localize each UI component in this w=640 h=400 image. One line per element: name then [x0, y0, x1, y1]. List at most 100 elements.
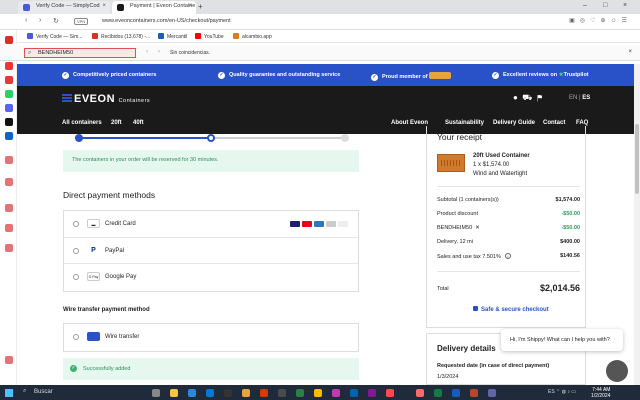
find-previous-icon[interactable]: ‹ — [146, 49, 148, 55]
find-next-icon[interactable]: › — [158, 49, 160, 55]
vpn-badge[interactable]: VPN — [74, 18, 89, 25]
windows-start-icon[interactable] — [5, 389, 13, 397]
tab-bar: Verify Code — SimplyCod × Payment | Eveo… — [0, 0, 640, 14]
divider — [437, 186, 580, 187]
taskbar-app-icon[interactable] — [278, 389, 286, 397]
x-icon[interactable] — [5, 118, 13, 126]
taskbar-app-icon[interactable] — [332, 389, 340, 397]
close-window-icon[interactable]: × — [623, 2, 627, 9]
eveon-logo[interactable]: EVEON Containers — [62, 93, 150, 105]
taskbar-app-icon[interactable] — [224, 389, 232, 397]
taskbar-app-icon[interactable] — [314, 389, 322, 397]
success-message: ✓ Successfully added — [63, 358, 359, 380]
close-tab-icon[interactable]: × — [102, 3, 106, 9]
remove-coupon-icon[interactable]: ✕ — [475, 225, 480, 231]
payment-option-google-pay[interactable]: G Pay Google Pay — [64, 264, 358, 291]
opera-icon[interactable] — [416, 389, 424, 397]
edge-icon[interactable] — [206, 389, 214, 397]
system-tray[interactable]: ES ⌃ ◍ ♪ ▭ — [548, 389, 576, 395]
reservation-notice: The containers in your order will be res… — [63, 150, 359, 172]
linkedin-icon[interactable] — [5, 132, 13, 140]
info-icon[interactable]: i — [504, 253, 511, 259]
cart-icon[interactable]: ⛟ — [522, 93, 532, 102]
taskbar-clock[interactable]: 7:44 AM 1/2/2024 — [591, 387, 610, 399]
bookmark-youtube[interactable]: YouTube — [195, 33, 224, 40]
sidebar-app-icon[interactable] — [5, 76, 13, 84]
nav-40ft[interactable]: 40ft — [133, 120, 144, 126]
scrollbar-thumb[interactable] — [635, 124, 639, 194]
step-pending — [341, 134, 349, 142]
taskbar-search[interactable]: ⌕ Buscar — [19, 387, 139, 398]
bookmarks-bar: Verify Code — Sim... Recibidos (13.678) … — [0, 30, 640, 43]
payment-option-paypal[interactable]: P PayPal — [64, 238, 358, 264]
account-icon[interactable]: ● — [513, 93, 518, 102]
sidebar-app-icon[interactable] — [5, 156, 13, 164]
taskbar-app-icon[interactable] — [386, 389, 394, 397]
taskbar-app-icon[interactable] — [188, 389, 196, 397]
clock-icon[interactable] — [5, 204, 13, 212]
tab-payment[interactable]: Payment | Eveon Containe × — [112, 1, 196, 14]
youtube-icon — [195, 33, 201, 39]
wire-payment-list: Wire transfer — [63, 323, 359, 352]
back-icon[interactable]: ‹ — [25, 17, 27, 24]
taskbar-app-icon[interactable] — [242, 389, 250, 397]
bookmark-mercantil[interactable]: Mercantil — [158, 33, 187, 40]
chat-launcher-button[interactable] — [606, 360, 628, 382]
forward-icon[interactable]: › — [39, 17, 41, 24]
taskbar-app-icon[interactable] — [368, 389, 376, 397]
radio-button[interactable] — [73, 334, 79, 340]
payment-option-credit-card[interactable]: ▬ Credit Card — [64, 211, 358, 238]
nav-about-eveon[interactable]: About Eveon — [391, 120, 428, 126]
close-tab-icon[interactable]: × — [188, 3, 192, 9]
task-view-icon[interactable] — [152, 389, 160, 397]
settings-icon[interactable] — [5, 356, 13, 364]
nav-all-containers[interactable]: All containers — [62, 120, 102, 126]
card-icon — [338, 221, 348, 227]
browser-sidebar — [0, 30, 17, 385]
lock-icon — [473, 306, 478, 311]
sidebar-app-icon[interactable] — [5, 62, 13, 70]
minimize-icon[interactable]: – — [583, 2, 587, 9]
url-field[interactable]: VPN www.eveoncontainers.com/en-US/checko… — [70, 16, 370, 28]
promo-item: ✓ Excellent reviews on ★Trustpilot — [492, 72, 589, 79]
tab-verify-code[interactable]: Verify Code — SimplyCod × — [18, 1, 110, 14]
page-scrollbar[interactable] — [634, 64, 640, 385]
bookmark-alcambio[interactable]: alcambio.app — [233, 33, 272, 40]
maximize-icon[interactable]: □ — [603, 2, 607, 9]
sidebar-app-icon[interactable] — [5, 224, 13, 232]
nav-20ft[interactable]: 20ft — [111, 120, 122, 126]
reload-icon[interactable]: ↻ — [53, 17, 59, 25]
us-flag-icon[interactable]: ⚑ — [537, 93, 543, 102]
taskbar-app-icon[interactable] — [350, 389, 358, 397]
sidebar-app-icon[interactable] — [5, 104, 13, 112]
taskbar-app-icon[interactable] — [470, 389, 478, 397]
cube-icon[interactable] — [5, 244, 13, 252]
tab-label: Verify Code — SimplyCod — [36, 3, 100, 9]
taskbar-app-icon[interactable] — [296, 389, 304, 397]
requested-date-value: 1/3/2024 — [437, 374, 459, 380]
promo-bar: ✓ Competitively priced containers ✓ Qualit… — [17, 64, 634, 86]
delivery-title: Delivery details — [437, 344, 496, 353]
radio-button[interactable] — [73, 221, 79, 227]
taskbar-app-icon[interactable] — [488, 389, 496, 397]
sidebar-app-icon[interactable] — [5, 36, 13, 44]
send-icon[interactable] — [5, 178, 13, 186]
chat-bubble[interactable]: Hi, I'm Shippy! What can I help you with… — [501, 329, 623, 351]
payment-option-wire-transfer[interactable]: Wire transfer — [64, 324, 358, 351]
bookmark-verify-code[interactable]: Verify Code — Sim... — [27, 33, 82, 40]
language-switcher[interactable]: EN | ES — [569, 95, 590, 101]
find-close-icon[interactable]: × — [628, 49, 632, 55]
bookmark-recibidos[interactable]: Recibidos (13.678) -... — [92, 33, 150, 40]
radio-button[interactable] — [73, 247, 79, 254]
whatsapp-icon[interactable] — [5, 90, 13, 98]
find-input[interactable]: ⌕ BENDHEIM50 — [24, 48, 136, 58]
file-explorer-icon[interactable] — [170, 389, 178, 397]
browser-extension-icons[interactable]: ▣◎♡⊕☺☰ — [569, 17, 632, 24]
taskbar-app-icon[interactable] — [434, 389, 442, 397]
find-bar: ⌕ BENDHEIM50 ‹ › Sin coincidencias. × — [0, 45, 640, 61]
taskbar-app-icon[interactable] — [260, 389, 268, 397]
check-icon: ✓ — [62, 72, 69, 79]
radio-button[interactable] — [73, 274, 79, 280]
new-tab-button[interactable]: + — [198, 2, 203, 11]
taskbar-app-icon[interactable] — [452, 389, 460, 397]
